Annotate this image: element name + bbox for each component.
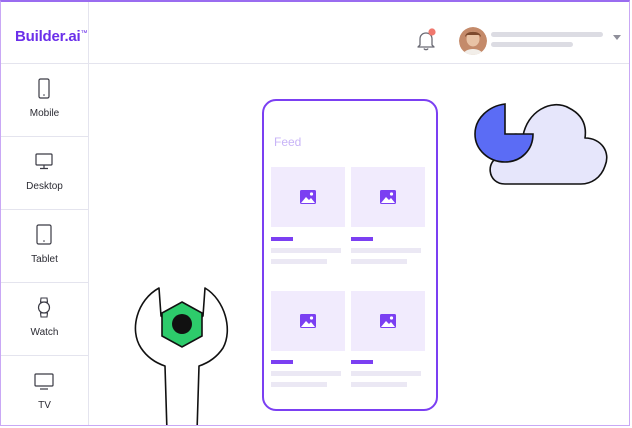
image-icon [380, 314, 396, 328]
user-name-placeholder [491, 32, 603, 37]
sidebar-item-label: Watch [30, 327, 59, 338]
desktop-icon [35, 153, 53, 170]
feed-card-image[interactable] [271, 291, 345, 351]
card-title-bar [351, 360, 373, 364]
image-icon [300, 314, 316, 328]
app-frame: Builder.ai™ Mobile Desktop Tablet Watch … [0, 0, 630, 426]
sidebar-item-label: TV [38, 400, 51, 411]
sidebar-item-tv[interactable]: TV [1, 356, 88, 425]
phone-preview: Feed [262, 99, 438, 411]
tv-icon [34, 373, 54, 390]
card-text-line [351, 371, 421, 376]
avatar-image [459, 27, 487, 55]
sidebar-item-watch[interactable]: Watch [1, 283, 88, 356]
feed-card-image[interactable] [351, 167, 425, 227]
card-text-line [271, 371, 341, 376]
sidebar-item-mobile[interactable]: Mobile [1, 64, 88, 137]
feed-card-image[interactable] [351, 291, 425, 351]
wrench-icon [134, 287, 229, 425]
sidebar-item-label: Mobile [29, 108, 60, 119]
notification-dot [428, 28, 436, 36]
watch-icon [37, 297, 51, 318]
feed-title: Feed [274, 135, 302, 149]
image-icon [300, 190, 316, 204]
trademark-mark: ™ [80, 30, 88, 37]
sidebar-item-desktop[interactable]: Desktop [1, 137, 88, 210]
chevron-down-icon[interactable] [613, 35, 621, 40]
top-bar: Builder.ai™ [1, 2, 629, 64]
logo-text: Builder.ai [15, 28, 81, 45]
user-role-placeholder [491, 42, 573, 47]
notification-button[interactable] [415, 28, 437, 52]
card-title-bar [351, 237, 373, 241]
card-text-line [271, 248, 341, 253]
builder-logo[interactable]: Builder.ai™ [15, 28, 88, 45]
bell-icon [417, 28, 436, 51]
card-text-line [271, 259, 327, 264]
mobile-icon [38, 78, 50, 99]
cloud-icon [474, 103, 608, 185]
sidebar-item-label: Tablet [31, 254, 58, 265]
sidebar-item-label: Desktop [26, 181, 63, 192]
card-title-bar [271, 237, 293, 241]
card-text-line [351, 259, 407, 264]
tablet-icon [36, 224, 52, 245]
card-text-line [351, 248, 421, 253]
avatar[interactable] [459, 27, 487, 55]
logo-cell: Builder.ai™ [1, 2, 89, 64]
sidebar-item-tablet[interactable]: Tablet [1, 210, 88, 283]
feed-card-image[interactable] [271, 167, 345, 227]
card-text-line [271, 382, 327, 387]
image-icon [380, 190, 396, 204]
card-title-bar [271, 360, 293, 364]
card-text-line [351, 382, 407, 387]
device-sidebar: Mobile Desktop Tablet Watch TV [1, 64, 89, 425]
